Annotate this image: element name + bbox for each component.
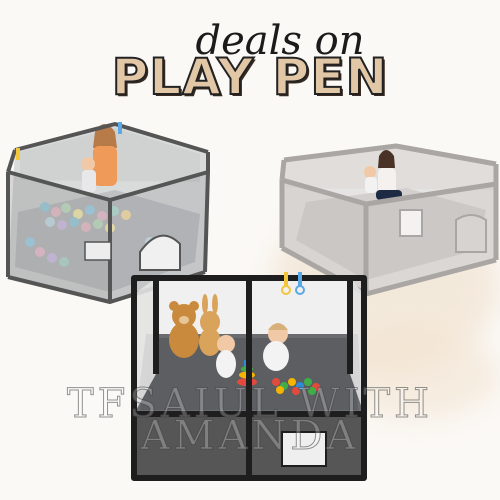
teddy-bear-icon [169, 301, 199, 358]
page-title: PLAY PEN [111, 48, 389, 106]
watermark: TFSAIUL WITH AMANDA [20, 384, 480, 457]
ad-canvas: deals on PLAY PEN TFSAIUL WITH AMANDA [0, 0, 500, 500]
product-image-playpen-black [131, 272, 367, 481]
